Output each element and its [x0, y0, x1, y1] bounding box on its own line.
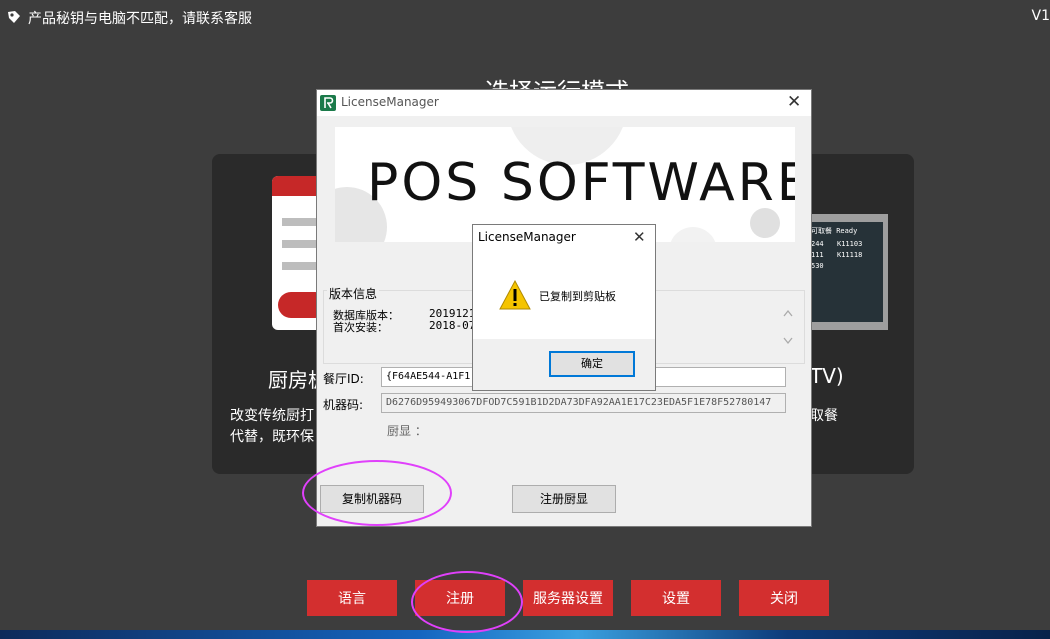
message-box-title: LicenseManager — [478, 230, 576, 244]
language-button[interactable]: 语言 — [307, 580, 397, 616]
top-bar: 产品秘钥与电脑不匹配，请联系客服 V1 — [0, 0, 1050, 34]
tv-row-num: 530 — [811, 262, 824, 270]
tv-row-num: 244 — [811, 240, 824, 248]
tv-row-num: 111 — [811, 251, 824, 259]
message-box-footer: 确定 — [473, 339, 655, 390]
kitchen-mode-description: 改变传统厨打 — [230, 408, 314, 424]
copy-machine-code-button[interactable]: 复制机器码 — [320, 485, 424, 513]
clipboard-message-box: LicenseManager ✕ 已复制到剪贴板 确定 — [472, 224, 656, 391]
ok-button[interactable]: 确定 — [549, 351, 635, 377]
app-logo-icon — [8, 11, 20, 23]
restaurant-id-label: 餐厅ID: — [323, 372, 364, 386]
dialog-titlebar[interactable]: LicenseManager ✕ — [317, 90, 811, 116]
license-app-icon — [320, 95, 336, 111]
version-info-scrollbar[interactable] — [779, 300, 797, 356]
server-settings-button[interactable]: 服务器设置 — [523, 580, 613, 616]
tv-mode-title[interactable]: TV) — [810, 364, 844, 388]
license-mismatch-notice: 产品秘钥与电脑不匹配，请联系客服 — [28, 11, 252, 27]
dialog-close-icon[interactable]: ✕ — [787, 93, 801, 111]
scroll-down-icon — [783, 337, 793, 345]
warning-icon — [499, 280, 531, 310]
banner-text: POS SOFTWARE — [367, 153, 795, 213]
machine-code-field[interactable]: D6276D959493067DFOD7C591B1D2DA73DFA92AA1… — [381, 393, 786, 413]
kitchen-display-label: 厨显 ： — [387, 424, 427, 438]
version-label: V1 — [1031, 8, 1050, 24]
message-text: 已复制到剪贴板 — [539, 290, 616, 303]
message-box-close-icon[interactable]: ✕ — [633, 229, 646, 245]
tv-row-code: K11118 — [837, 251, 863, 259]
close-button[interactable]: 关闭 — [739, 580, 829, 616]
tv-display-illustration: 可取餐 Ready 244 K11103 111 K11118 530 — [808, 214, 888, 330]
register-kitchen-display-button[interactable]: 注册厨显 — [512, 485, 616, 513]
first-install-label: 首次安装： — [333, 321, 388, 334]
desktop-taskbar-strip — [0, 630, 1050, 639]
tv-row-code: K11103 — [837, 240, 863, 248]
register-button[interactable]: 注册 — [415, 580, 505, 616]
kitchen-mode-description-2: 代替，既环保 — [230, 429, 314, 445]
scroll-up-icon — [783, 309, 793, 317]
kitchen-board-mode-title[interactable]: 厨房板 — [268, 364, 316, 393]
tv-header-text: 可取餐 Ready — [811, 227, 858, 235]
version-info-label: 版本信息 — [327, 285, 380, 302]
settings-button[interactable]: 设置 — [631, 580, 721, 616]
dialog-title: LicenseManager — [341, 95, 439, 109]
machine-code-label: 机器码: — [323, 398, 364, 412]
tv-mode-description: 取餐 — [810, 408, 838, 424]
